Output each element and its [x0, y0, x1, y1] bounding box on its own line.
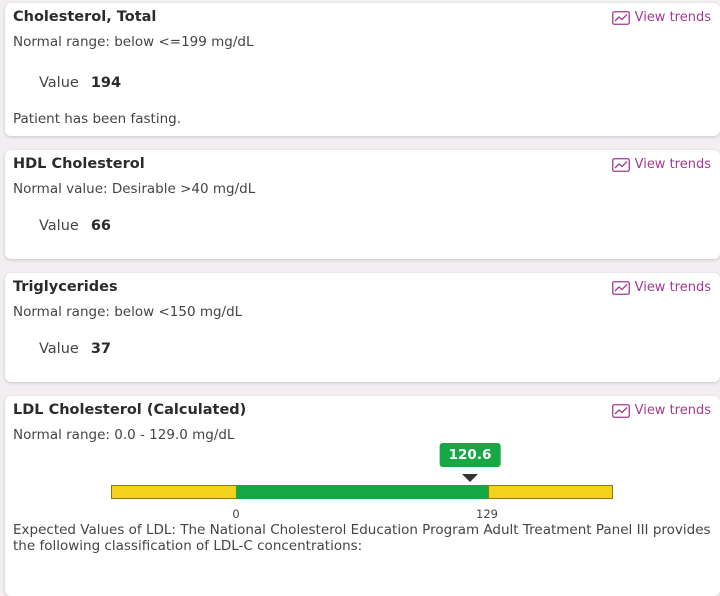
normal-range: Normal range: below <150 mg/dL — [13, 304, 243, 320]
result-card-hdl-cholesterol: HDL Cholesterol View trends Normal value… — [5, 150, 720, 259]
result-title: LDL Cholesterol (Calculated) — [13, 402, 247, 418]
value-label: Value — [39, 218, 79, 234]
view-trends-link[interactable]: View trends — [611, 280, 711, 295]
result-value: 37 — [90, 341, 112, 357]
result-title: HDL Cholesterol — [13, 156, 145, 172]
normal-range: Normal range: below <=199 mg/dL — [13, 34, 254, 50]
ldl-description: Expected Values of LDL: The National Cho… — [13, 522, 711, 554]
gauge-low-tick: 0 — [232, 507, 240, 521]
result-title: Triglycerides — [13, 279, 118, 295]
normal-range: Normal value: Desirable >40 mg/dL — [13, 181, 256, 197]
normal-range: Normal range: 0.0 - 129.0 mg/dL — [13, 427, 235, 443]
result-value: 194 — [90, 75, 122, 91]
value-label: Value — [39, 341, 79, 357]
gauge-high-tick: 129 — [476, 507, 498, 521]
value-row: Value 194 — [39, 75, 121, 91]
ldl-value-marker — [462, 474, 478, 482]
trend-chart-icon — [611, 10, 630, 25]
ldl-value-badge: 120.6 — [439, 443, 501, 467]
result-note: Patient has been fasting. — [13, 111, 181, 127]
gauge-above-range — [488, 485, 613, 499]
result-card-cholesterol-total: Cholesterol, Total View trends Normal ra… — [5, 3, 720, 136]
value-row: Value 37 — [39, 341, 111, 357]
view-trends-link[interactable]: View trends — [611, 10, 711, 25]
gauge-below-range — [111, 485, 237, 499]
trend-chart-icon — [611, 157, 630, 172]
range-gauge — [111, 485, 613, 499]
result-card-ldl-cholesterol: LDL Cholesterol (Calculated) View trends… — [5, 396, 720, 596]
value-row: Value 66 — [39, 218, 111, 234]
view-trends-label: View trends — [634, 403, 711, 418]
view-trends-label: View trends — [634, 10, 711, 25]
result-value: 66 — [90, 218, 112, 234]
result-card-triglycerides: Triglycerides View trends Normal range: … — [5, 273, 720, 382]
view-trends-label: View trends — [634, 157, 711, 172]
trend-chart-icon — [611, 403, 630, 418]
gauge-normal-range — [236, 485, 489, 499]
result-title: Cholesterol, Total — [13, 9, 157, 25]
view-trends-link[interactable]: View trends — [611, 157, 711, 172]
value-label: Value — [39, 75, 79, 91]
view-trends-link[interactable]: View trends — [611, 403, 711, 418]
trend-chart-icon — [611, 280, 630, 295]
view-trends-label: View trends — [634, 280, 711, 295]
